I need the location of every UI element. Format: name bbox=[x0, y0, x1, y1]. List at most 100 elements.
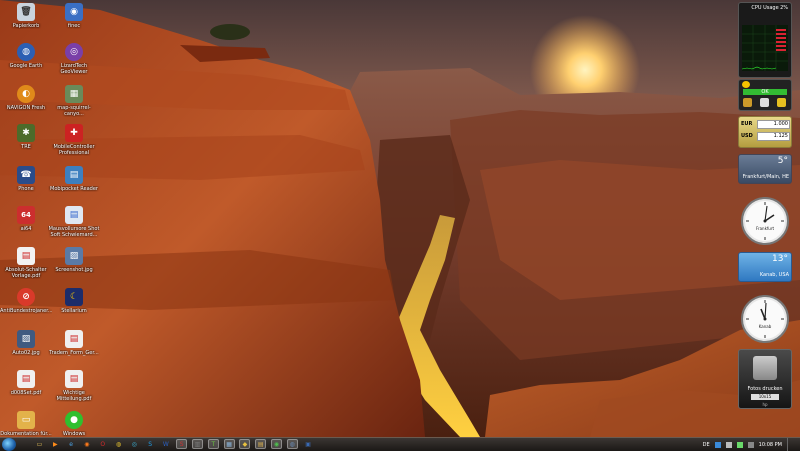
explorer-icon[interactable]: ▭ bbox=[34, 439, 45, 449]
bluetooth-icon[interactable] bbox=[747, 441, 754, 448]
norton-gadget[interactable]: OK bbox=[738, 79, 792, 111]
desktop-icon-label: finec bbox=[67, 23, 81, 29]
desktop-icon-label: Stellarium bbox=[61, 308, 87, 314]
power-icon[interactable] bbox=[736, 441, 743, 448]
ie-icon[interactable]: e bbox=[66, 439, 77, 449]
desktop-icon-label: NAVIGON Fresh bbox=[6, 105, 46, 111]
phone-icon: ☎ bbox=[17, 166, 35, 184]
printer-label: Fotos drucken bbox=[747, 386, 783, 392]
desktop-icon-windows[interactable]: ● Windows bbox=[48, 411, 100, 437]
photo-print-gadget[interactable]: Fotos drucken 10x15 hp bbox=[738, 349, 792, 409]
desktop-icon-map-squirrel[interactable]: ▦ map-squirrel-canyo... bbox=[48, 85, 100, 117]
weather-gadget-kanab[interactable]: 13° Kanab, USA bbox=[738, 252, 792, 282]
cpu-usage-graph bbox=[742, 25, 788, 71]
console-icon[interactable]: ▣ bbox=[303, 439, 314, 449]
app-red-icon[interactable]: S bbox=[176, 439, 188, 449]
paint-icon[interactable]: ◆ bbox=[239, 439, 251, 449]
clock-time[interactable]: 10:08 PM bbox=[759, 442, 782, 448]
taskbar: ▭ ▶ e ◉ O ◍ ◎ S W S ▥ T ▦ ◆ ▤ ◉ ◍ ▣ DE 10:08 PM bbox=[0, 437, 800, 451]
desktop-icon-navigon[interactable]: ◐ NAVIGON Fresh bbox=[0, 85, 52, 111]
desktop-icon-label: d008Set.pdf bbox=[10, 390, 42, 396]
network-icon[interactable]: ▦ bbox=[223, 439, 235, 449]
desktop-icon-wichtige-mitteilung[interactable]: ▤ Wichtige Mitteilung.pdf bbox=[48, 370, 100, 402]
desktop-icon-mobilecontroller[interactable]: ✚ MobileController Professional bbox=[48, 124, 100, 156]
desktop-icon-label: ai64 bbox=[20, 226, 32, 232]
desktop-icon-label: Screenshot.jpg bbox=[55, 267, 93, 273]
currency-code: USD bbox=[741, 133, 753, 139]
weather-gadget-frankfurt[interactable]: 5° Frankfurt/Main, HE bbox=[738, 154, 792, 184]
printer-icon bbox=[753, 356, 777, 380]
desktop-icon-tradem-form[interactable]: ▤ Tradem_Form_Ger... bbox=[48, 330, 100, 356]
norton-settings-icon[interactable] bbox=[760, 98, 769, 107]
antitrojaner-icon: ⊘ bbox=[17, 288, 35, 306]
show-desktop-button[interactable] bbox=[787, 438, 796, 451]
desktop-icon-screenshot[interactable]: ▨ Screenshot.jpg bbox=[48, 247, 100, 273]
tre-app-icon: ✱ bbox=[17, 124, 35, 142]
opera-icon[interactable]: O bbox=[97, 439, 108, 449]
media-player-icon[interactable]: ▶ bbox=[50, 439, 61, 449]
desktop-icon-mobipocket[interactable]: ▤ Mobipocket Reader bbox=[48, 166, 100, 192]
files-icon[interactable]: ▤ bbox=[255, 439, 267, 449]
desktop-icon-finec[interactable]: ◉ finec bbox=[48, 3, 100, 29]
cpu-usage-gadget[interactable]: CPU Usage 2% bbox=[738, 2, 792, 78]
desktop-icon-d008set[interactable]: ▤ d008Set.pdf bbox=[0, 370, 52, 396]
desktop-icon-stellarium[interactable]: ☾ Stellarium bbox=[48, 288, 100, 314]
clock-gadget-kanab[interactable] bbox=[740, 294, 790, 344]
start-button[interactable] bbox=[2, 438, 16, 451]
desktop-icon-google-earth[interactable]: ◍ Google Earth bbox=[0, 43, 52, 69]
windows-orb-icon: ● bbox=[65, 411, 83, 429]
network-icon[interactable] bbox=[714, 441, 721, 448]
desktop-icon-dokumentation[interactable]: ▭ Dokumentation für... bbox=[0, 411, 52, 437]
firefox-icon[interactable]: ◉ bbox=[81, 439, 92, 449]
currency-code: EUR bbox=[741, 121, 753, 127]
desktop-icon-phone[interactable]: ☎ Phone bbox=[0, 166, 52, 192]
map-file-icon: ▦ bbox=[65, 85, 83, 103]
mobipocket-icon: ▤ bbox=[65, 166, 83, 184]
language-indicator[interactable]: DE bbox=[703, 442, 710, 448]
tool-icon[interactable]: ▥ bbox=[192, 439, 203, 449]
image-file-icon: ▨ bbox=[65, 247, 83, 265]
desktop-icon-auto02[interactable]: ▨ Auto02.jpg bbox=[0, 330, 52, 356]
desktop-icon-tre[interactable]: ✱ TRE bbox=[0, 124, 52, 150]
clock-gadget-frankfurt[interactable] bbox=[740, 196, 790, 246]
cpu-usage-percent: 2% bbox=[780, 5, 788, 11]
google-earth-icon: ◍ bbox=[17, 43, 35, 61]
volume-icon[interactable] bbox=[725, 441, 732, 448]
camera-icon[interactable]: ◍ bbox=[286, 439, 298, 449]
desktop-icon-antibundestrojaner[interactable]: ⊘ AntiBundestrojaner... bbox=[0, 288, 52, 314]
currency-value-input[interactable]: 1.125 bbox=[757, 132, 790, 141]
mobilecontroller-icon: ✚ bbox=[65, 124, 83, 142]
desktop-wallpaper bbox=[0, 0, 800, 437]
norton-scan-icon[interactable] bbox=[743, 98, 752, 107]
pdf-file-icon: ▤ bbox=[65, 330, 83, 348]
norton-check-icon bbox=[742, 81, 750, 88]
printer-brand: hp bbox=[762, 402, 768, 407]
skype-icon[interactable]: S bbox=[145, 439, 156, 449]
word-icon[interactable]: W bbox=[160, 439, 171, 449]
weather-city: Kanab, USA bbox=[759, 272, 789, 278]
currency-value-input[interactable]: 1.000 bbox=[757, 120, 790, 129]
desktop-icon-label: Mobipocket Reader bbox=[50, 186, 98, 192]
desktop-icon-ai64[interactable]: 64 ai64 bbox=[0, 206, 52, 232]
print-size-select[interactable]: 10x15 bbox=[751, 394, 779, 400]
ai64-icon: 64 bbox=[17, 206, 35, 224]
chrome-icon[interactable]: ◍ bbox=[113, 439, 124, 449]
currency-converter-gadget[interactable]: EUR 1.000 USD 1.125 bbox=[738, 116, 792, 148]
text-editor-icon[interactable]: T bbox=[207, 439, 219, 449]
desktop-icon-papierkorb[interactable]: 🗑 Papierkorb bbox=[0, 3, 52, 29]
document-icon: ▤ bbox=[65, 206, 83, 224]
weather-temperature: 5° bbox=[777, 156, 788, 166]
desktop-icon-geoviewer[interactable]: ◎ LizardTech GeoViewer bbox=[48, 43, 100, 75]
finec-app-icon: ◉ bbox=[65, 3, 83, 21]
clock-city-label: Frankfurt bbox=[755, 226, 775, 231]
weather-temperature: 13° bbox=[772, 254, 788, 264]
desktop-icon-document[interactable]: ▤ Mausvollursore Shot Soft Schwiemard... bbox=[48, 206, 100, 238]
norton-update-icon[interactable] bbox=[777, 98, 786, 107]
desktop-icon-absolut-schalter[interactable]: ▤ Absolut-Schalter Vorlage.pdf bbox=[0, 247, 52, 279]
maps-icon[interactable]: ◎ bbox=[129, 439, 140, 449]
stellarium-icon: ☾ bbox=[65, 288, 83, 306]
weather-city: Frankfurt/Main, HE bbox=[742, 174, 789, 180]
desktop-icon-label: map-squirrel-canyo... bbox=[57, 105, 91, 117]
sync-icon[interactable]: ◉ bbox=[271, 439, 282, 449]
pdf-file-icon: ▤ bbox=[65, 370, 83, 388]
